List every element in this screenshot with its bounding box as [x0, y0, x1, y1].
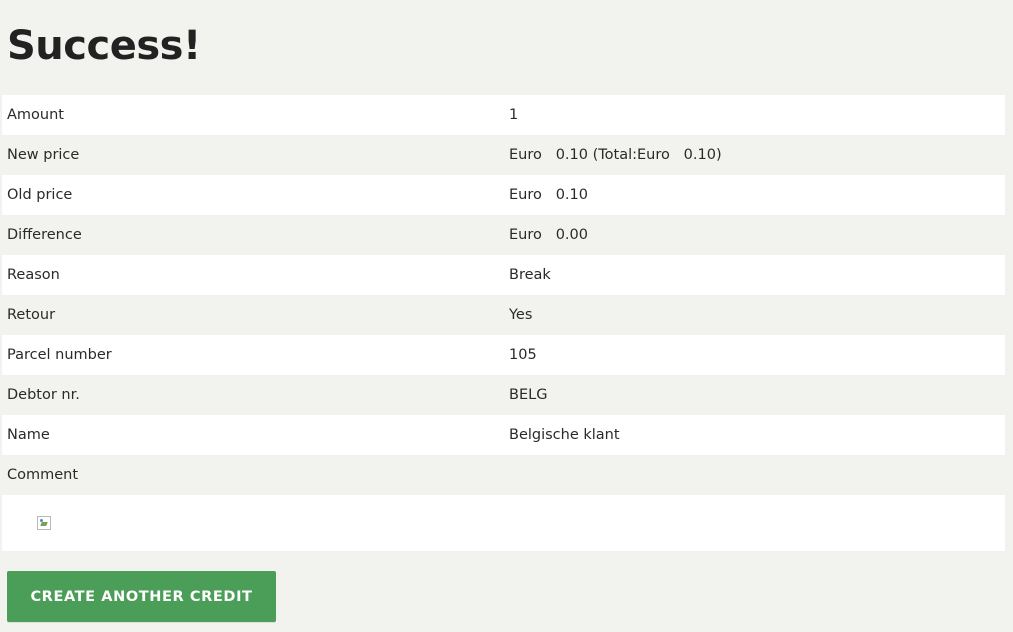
comment-image-row	[2, 495, 1005, 551]
detail-value: Break	[509, 267, 551, 283]
success-page: Success! Amount 1 New price Euro 0.10 (T…	[0, 0, 1013, 632]
detail-row-reason: Reason Break	[2, 255, 1005, 295]
detail-row-debtor-nr: Debtor nr. BELG	[2, 375, 1005, 415]
detail-row-comment: Comment	[2, 455, 1005, 495]
detail-value: 105	[509, 347, 537, 363]
detail-label: Debtor nr.	[7, 387, 80, 403]
credit-details-table: Amount 1 New price Euro 0.10 (Total:Euro…	[2, 95, 1005, 551]
page-title: Success!	[7, 23, 201, 69]
detail-row-parcel-number: Parcel number 105	[2, 335, 1005, 375]
detail-value: 1	[509, 107, 519, 123]
detail-value: Euro 0.00	[509, 227, 588, 243]
detail-value: Euro 0.10 (Total:Euro 0.10)	[509, 147, 722, 163]
detail-label: Comment	[7, 467, 79, 483]
detail-value: Yes	[509, 307, 533, 323]
detail-label: Amount	[7, 107, 64, 123]
broken-image-icon	[37, 516, 51, 530]
detail-label: Retour	[7, 307, 56, 323]
detail-row-new-price: New price Euro 0.10 (Total:Euro 0.10)	[2, 135, 1005, 175]
create-another-credit-button[interactable]: CREATE ANOTHER CREDIT	[7, 571, 276, 622]
detail-label: Reason	[7, 267, 60, 283]
detail-label: Name	[7, 427, 50, 443]
detail-label: Parcel number	[7, 347, 112, 363]
detail-label: Old price	[7, 187, 73, 203]
detail-value: BELG	[509, 387, 548, 403]
detail-row-difference: Difference Euro 0.00	[2, 215, 1005, 255]
detail-row-name: Name Belgische klant	[2, 415, 1005, 455]
detail-label: Difference	[7, 227, 82, 243]
detail-row-old-price: Old price Euro 0.10	[2, 175, 1005, 215]
detail-label: New price	[7, 147, 80, 163]
detail-row-amount: Amount 1	[2, 95, 1005, 135]
detail-value: Belgische klant	[509, 427, 620, 443]
detail-value: Euro 0.10	[509, 187, 588, 203]
detail-row-retour: Retour Yes	[2, 295, 1005, 335]
